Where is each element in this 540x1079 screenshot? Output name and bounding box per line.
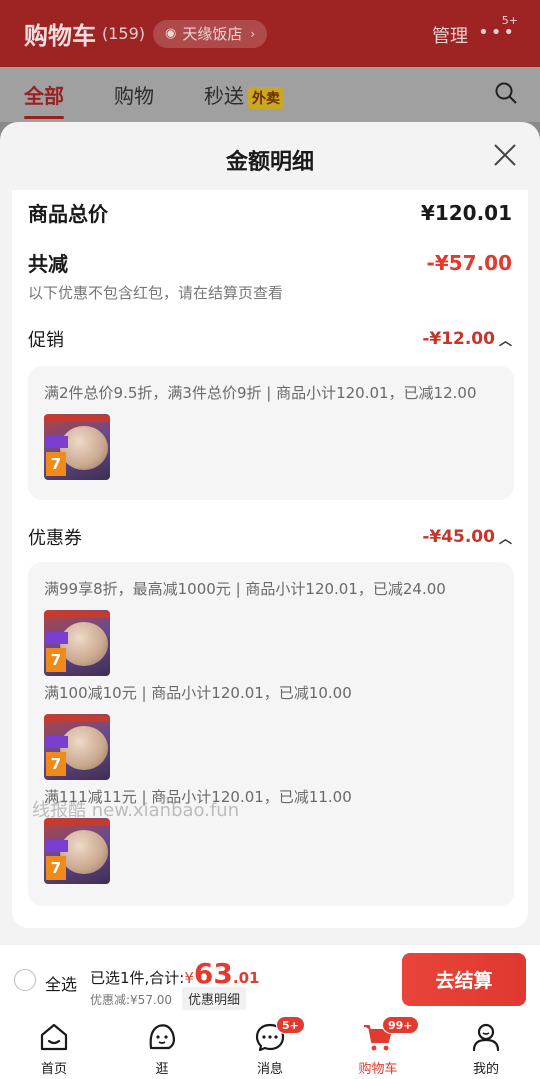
total-row: 商品总价 ¥120.01 (28, 198, 512, 227)
coupon-value-wrap: -¥45.00 ︿ (422, 527, 512, 547)
total-summary: 已选1件,合计: ¥ 63 .01 (90, 957, 259, 990)
coupon-rule: 满99享8折，最高减1000元 | 商品小计120.01，已减24.00 (44, 580, 446, 598)
discount-detail-button[interactable]: 优惠明细 (182, 987, 247, 1010)
product-thumbnail[interactable]: 7 (44, 610, 110, 676)
sheet-title: 金额明细 (225, 150, 314, 175)
reduce-value: -¥57.00 (426, 250, 512, 275)
total-value: ¥120.01 (420, 200, 512, 225)
takeout-badge: 外卖 (248, 86, 284, 109)
promo-label: 促销 (28, 330, 64, 351)
product-thumbnail[interactable]: 7 (44, 818, 110, 884)
nav-label: 消息 (256, 1062, 283, 1077)
cart-count: (159) (102, 24, 146, 43)
profile-icon (472, 1023, 500, 1052)
chevron-right-icon: › (250, 26, 256, 41)
promo-rule: 满2件总价9.5折，满3件总价9折 | 商品小计120.01，已减12.00 (44, 384, 477, 402)
nav-cart[interactable]: 购物车 99+ (324, 1014, 432, 1079)
select-all-label[interactable]: 全选 (45, 971, 77, 995)
coupon-value: -¥45.00 (422, 527, 495, 547)
home-icon (40, 1023, 68, 1051)
select-all-radio[interactable] (14, 969, 36, 991)
product-thumbnail[interactable]: 7 (44, 714, 110, 780)
coupon-label: 优惠券 (28, 528, 82, 549)
nav-label: 首页 (40, 1062, 67, 1077)
cart-badge: 99+ (382, 1016, 419, 1034)
browse-icon (149, 1024, 175, 1050)
search-icon[interactable] (494, 81, 518, 105)
tab-instant[interactable]: 秒送 外卖 (204, 80, 284, 109)
manage-button[interactable]: 管理 (432, 22, 468, 48)
product-thumbnail[interactable]: 7 (44, 414, 110, 480)
promo-row[interactable]: 促销 -¥12.00 ︿ (28, 326, 512, 352)
nav-label: 购物车 (358, 1062, 398, 1077)
page-title: 购物车 (24, 22, 96, 50)
summary-amount-dec: .01 (232, 969, 260, 987)
nav-browse[interactable]: 逛 (108, 1014, 216, 1079)
eye-icon: ◉ (165, 26, 177, 41)
tab-all[interactable]: 全部 (24, 80, 64, 119)
promo-box: 满2件总价9.5折，满3件总价9折 | 商品小计120.01，已减12.00 7 (28, 366, 514, 500)
nav-profile[interactable]: 我的 (432, 1014, 540, 1079)
total-label: 商品总价 (28, 202, 108, 226)
discount-note: 以下优惠不包含红包，请在结算页查看 (28, 284, 284, 302)
checkout-bar: 全选 已选1件,合计: ¥ 63 .01 优惠减:¥57.00 优惠明细 去结算 (0, 944, 540, 1014)
promo-value: -¥12.00 (422, 329, 495, 349)
message-badge: 5+ (276, 1016, 305, 1034)
reduce-row: 共减 -¥57.00 (28, 248, 512, 277)
tab-bar: 全部 购物 秒送 外卖 (0, 67, 540, 122)
more-badge: 5+ (501, 14, 518, 27)
nav-messages[interactable]: 消息 5+ (216, 1014, 324, 1079)
store-name: 天缘饭店 (182, 25, 243, 43)
close-icon[interactable] (492, 142, 518, 168)
summary-prefix: 已选1件,合计: (90, 969, 185, 987)
chevron-up-icon: ︿ (498, 531, 512, 547)
nav-label: 逛 (155, 1062, 169, 1077)
tab-instant-label: 秒送 (204, 84, 244, 108)
bottom-nav: 首页 逛 消息 5+ 购物车 99+ 我的 (0, 1014, 540, 1079)
discount-summary: 优惠减:¥57.00 (90, 993, 173, 1007)
checkout-button[interactable]: 去结算 (402, 953, 526, 1006)
coupon-row[interactable]: 优惠券 -¥45.00 ︿ (28, 524, 512, 550)
coupon-rule: 满100减10元 | 商品小计120.01，已减10.00 (44, 684, 352, 702)
nav-home[interactable]: 首页 (0, 1014, 108, 1079)
promo-value-wrap: -¥12.00 ︿ (422, 329, 512, 349)
summary-amount-int: 63 (193, 957, 233, 990)
nav-label: 我的 (472, 1062, 499, 1077)
coupon-box: 满99享8折，最高减1000元 | 商品小计120.01，已减24.00 7 满… (28, 562, 514, 906)
watermark: 线报酷 new.xianbao.fun (32, 800, 240, 821)
store-selector[interactable]: ◉ 天缘饭店 › (153, 19, 268, 48)
tab-shopping[interactable]: 购物 (114, 80, 154, 109)
chevron-up-icon: ︿ (498, 333, 512, 349)
summary-yen: ¥ (184, 969, 194, 987)
reduce-label: 共减 (28, 252, 68, 276)
